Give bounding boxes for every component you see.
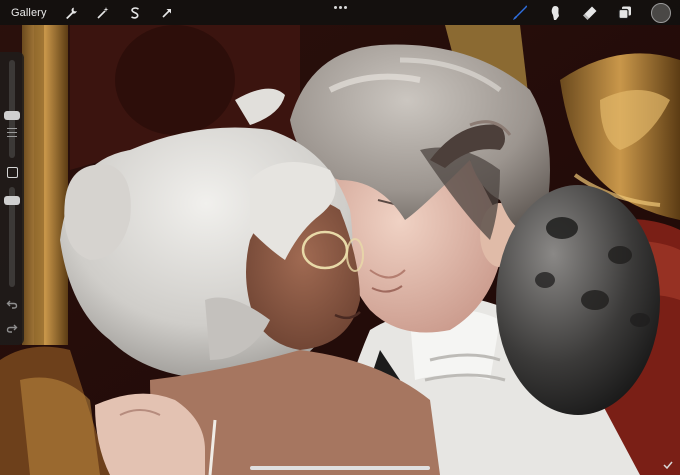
- modify-square-button[interactable]: [4, 164, 20, 180]
- gallery-button[interactable]: Gallery: [11, 7, 47, 19]
- redo-button[interactable]: [4, 320, 20, 336]
- square-icon: [6, 166, 18, 178]
- opacity-handle[interactable]: [4, 196, 20, 205]
- check-icon[interactable]: [662, 459, 674, 471]
- smudge-icon[interactable]: [544, 2, 566, 24]
- magic-wand-icon[interactable]: [92, 2, 114, 24]
- top-toolbar: Gallery: [0, 0, 680, 25]
- brush-size-handle[interactable]: [4, 111, 20, 120]
- color-picker-well[interactable]: [651, 2, 671, 23]
- undo-icon: [6, 300, 18, 309]
- undo-button[interactable]: [4, 296, 20, 312]
- redo-icon: [6, 324, 18, 333]
- transform-arrow-icon[interactable]: [156, 2, 178, 24]
- more-options-icon[interactable]: [333, 3, 347, 11]
- artwork: [0, 0, 680, 475]
- slider-grip-icon: [7, 128, 17, 137]
- selection-s-icon[interactable]: [124, 2, 146, 24]
- eraser-icon[interactable]: [579, 2, 601, 24]
- layers-icon[interactable]: [614, 2, 636, 24]
- brush-size-slider[interactable]: [9, 60, 15, 158]
- home-indicator-bar[interactable]: [250, 466, 430, 470]
- brush-icon[interactable]: [509, 2, 531, 24]
- right-toolbar: [509, 0, 680, 25]
- left-sidebar: [0, 52, 24, 345]
- wrench-icon[interactable]: [60, 2, 82, 24]
- drawing-canvas[interactable]: [0, 0, 680, 475]
